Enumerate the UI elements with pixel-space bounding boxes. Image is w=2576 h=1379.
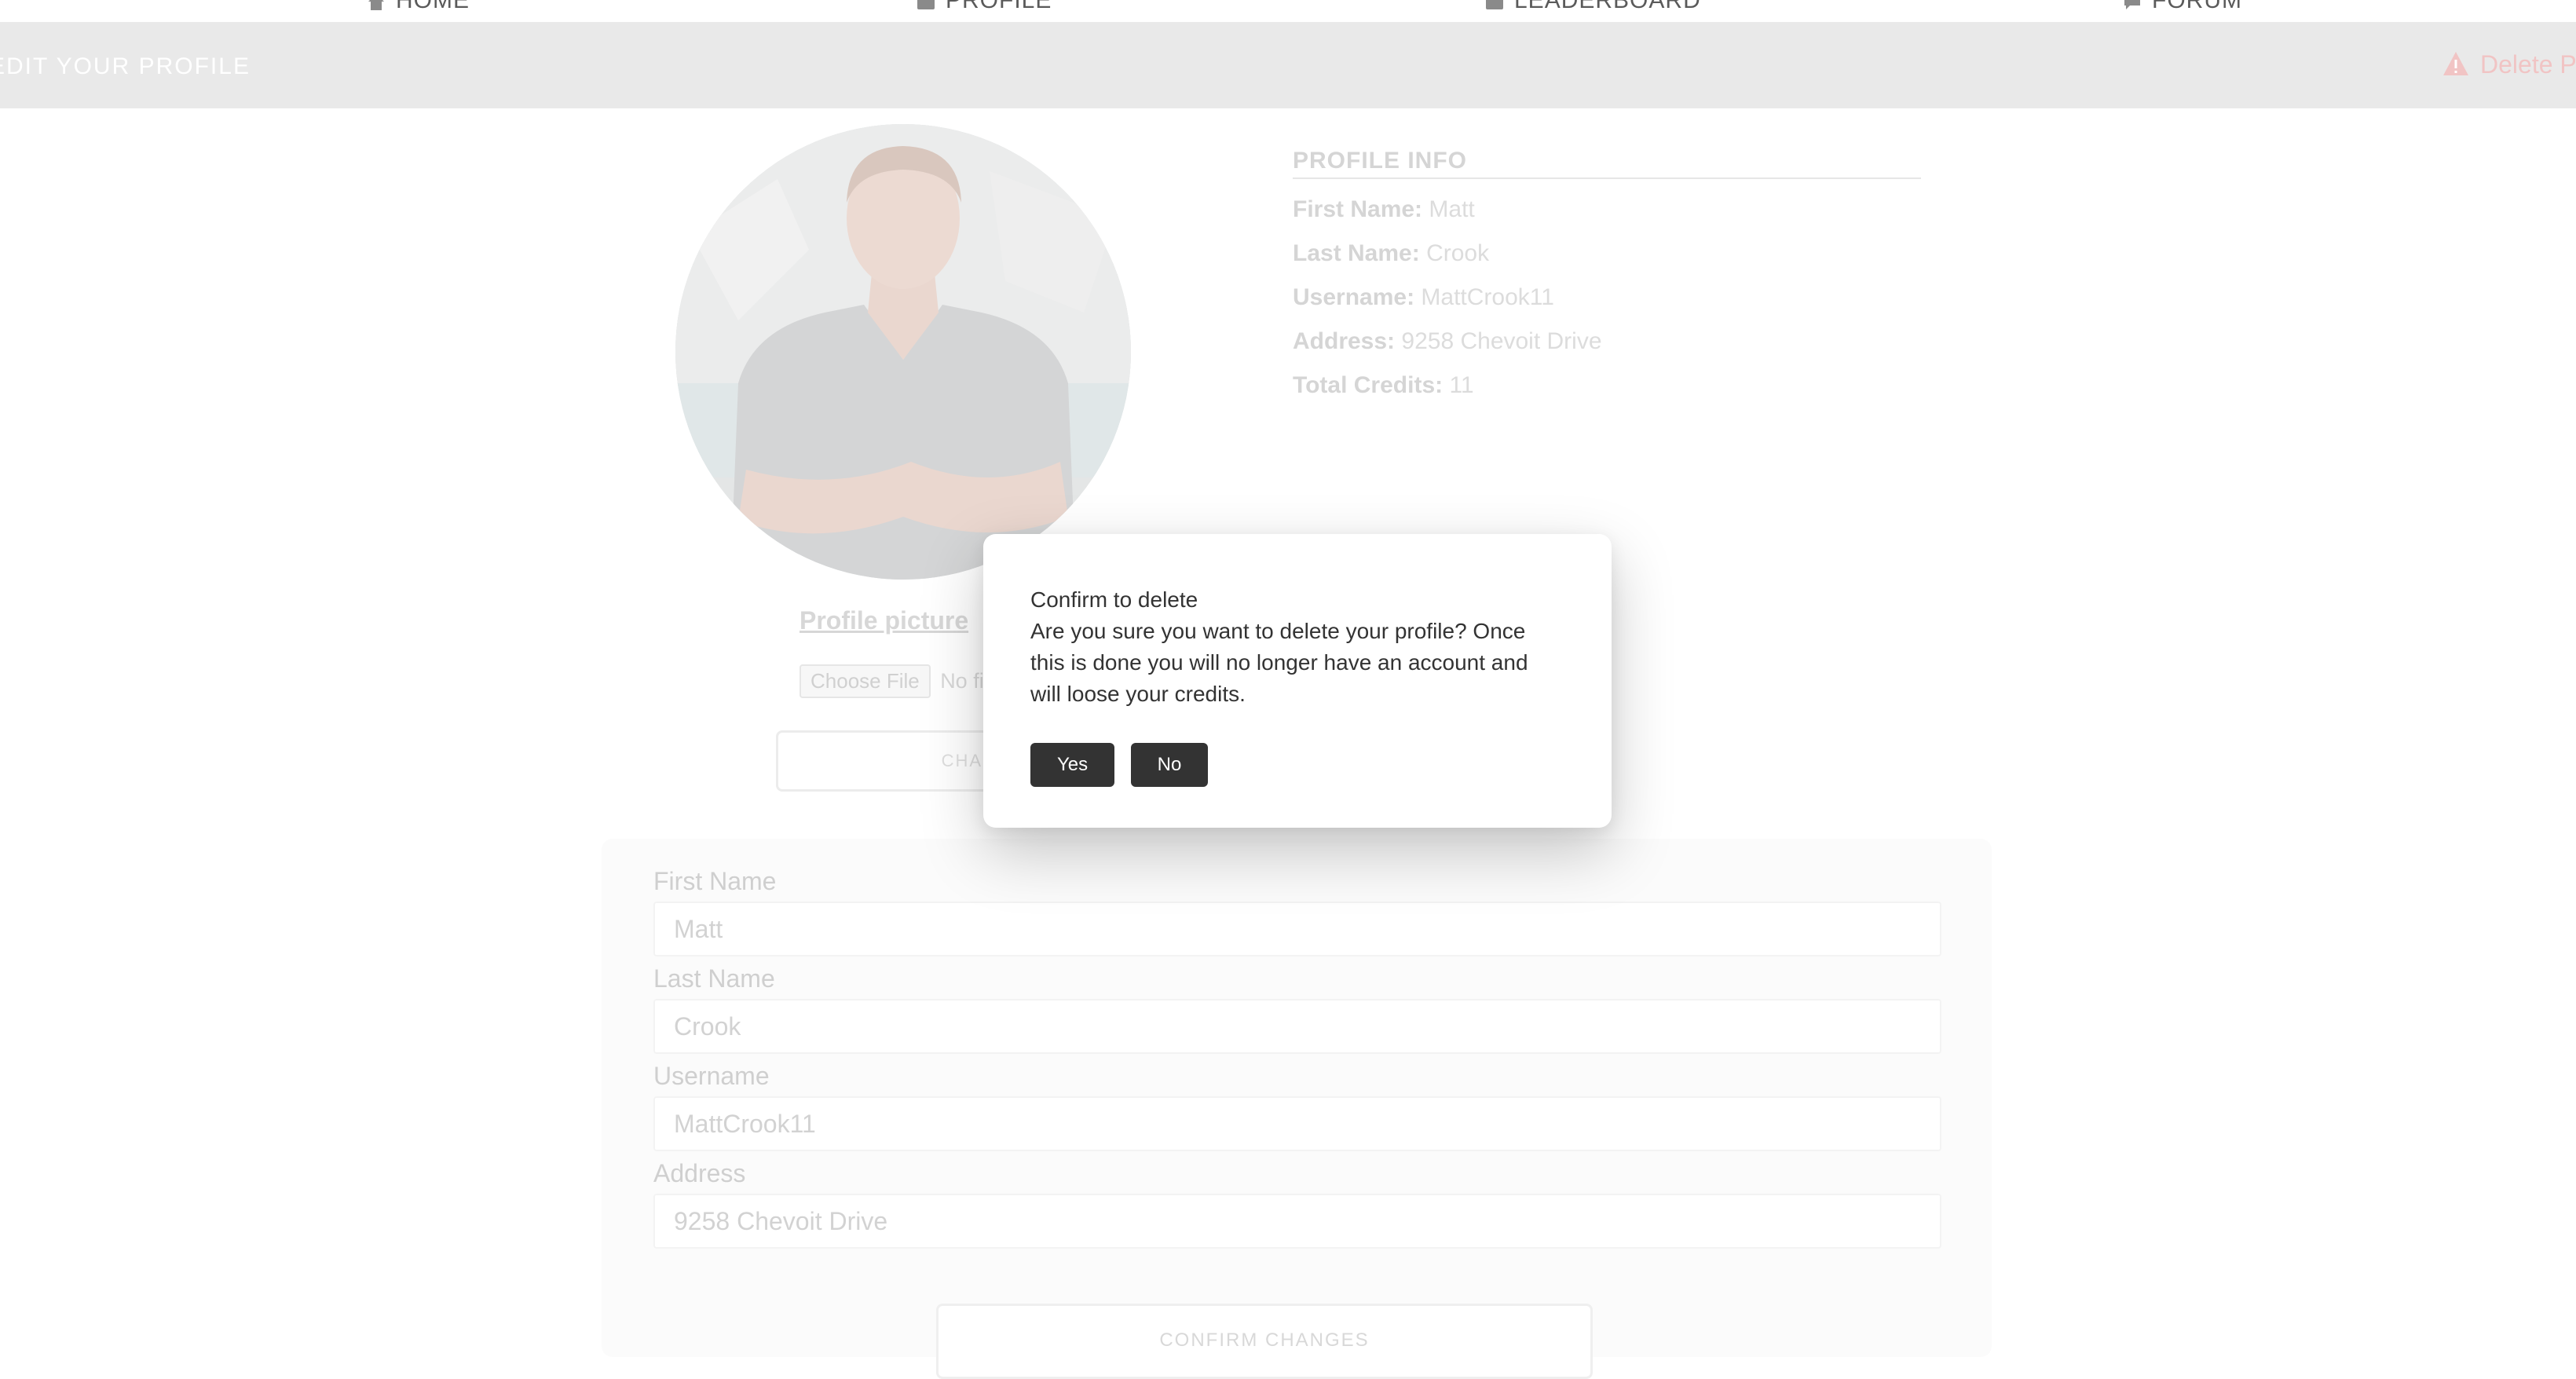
first-name-input[interactable] [655,903,1940,955]
info-value: Crook [1426,240,1490,266]
info-row-total-credits: Total Credits: 11 [1293,372,1921,399]
profile-info-title: PROFILE INFO [1293,148,1921,179]
nav-item-label: FORUM [2152,0,2242,13]
info-value: 11 [1449,372,1474,398]
dialog-actions: Yes No [1030,743,1564,787]
nav-item-forum[interactable]: FORUM [2122,0,2242,14]
info-value: Matt [1429,196,1475,222]
delete-profile-label: Delete Profile [2480,50,2576,79]
username-input[interactable] [655,1098,1940,1150]
address-label: Address [653,1159,746,1187]
first-name-field[interactable] [653,902,1941,957]
yes-button[interactable]: Yes [1030,743,1115,787]
confirm-delete-dialog: Confirm to delete Are you sure you want … [983,534,1612,828]
page-title: EDIT YOUR PROFILE [0,53,251,79]
nav-item-label: PROFILE [946,0,1052,13]
nav-item-label: HOME [396,0,470,13]
last-name-label: Last Name [653,964,775,993]
nav-item-home[interactable]: HOME [366,0,470,14]
nav-item-label: LEADERBOARD [1514,0,1701,13]
first-name-label: First Name [653,867,777,895]
info-value: 9258 Chevoit Drive [1401,328,1602,354]
info-label: First Name: [1293,196,1423,222]
info-label: Username: [1293,284,1415,310]
nav-item-profile[interactable]: PROFILE [916,0,1052,14]
address-input[interactable] [655,1195,1940,1247]
edit-profile-form: First Name Last Name Username Address CO… [602,839,1992,1379]
info-label: Last Name: [1293,240,1420,266]
profile-info: PROFILE INFO First Name: Matt Last Name:… [1293,148,1921,399]
top-nav: HOME PROFILE LEADERBOARD FORUM [0,0,2576,22]
last-name-field[interactable] [653,999,1941,1054]
avatar-photo [675,124,1131,580]
warning-icon [2442,51,2469,82]
info-value: MattCrook11 [1421,284,1554,310]
page-header: EDIT YOUR PROFILE Delete Profile [0,22,2576,108]
info-row-first-name: First Name: Matt [1293,196,1921,223]
address-field[interactable] [653,1194,1941,1249]
info-label: Total Credits: [1293,372,1444,398]
choose-file-button[interactable]: Choose File [800,664,931,698]
home-icon [366,0,386,12]
username-label: Username [653,1062,770,1090]
info-row-username: Username: MattCrook11 [1293,284,1921,311]
no-button[interactable]: No [1130,743,1209,787]
leaderboard-icon [1484,0,1505,12]
confirm-changes-button[interactable]: CONFIRM CHANGES [936,1304,1593,1379]
dialog-message: Are you sure you want to delete your pro… [1030,619,1528,706]
profile-avatar [675,124,1131,580]
info-row-last-name: Last Name: Crook [1293,240,1921,267]
profile-icon [916,0,936,12]
nav-item-leaderboard[interactable]: LEADERBOARD [1484,0,1701,14]
dialog-title: Confirm to delete [1030,587,1198,612]
info-label: Address: [1293,328,1396,354]
delete-profile-link[interactable]: Delete Profile [2442,50,2576,82]
username-field[interactable] [653,1096,1941,1151]
forum-icon [2122,0,2142,12]
last-name-input[interactable] [655,1000,1940,1052]
profile-picture-title: Profile picture [800,606,969,635]
info-row-address: Address: 9258 Chevoit Drive [1293,328,1921,355]
